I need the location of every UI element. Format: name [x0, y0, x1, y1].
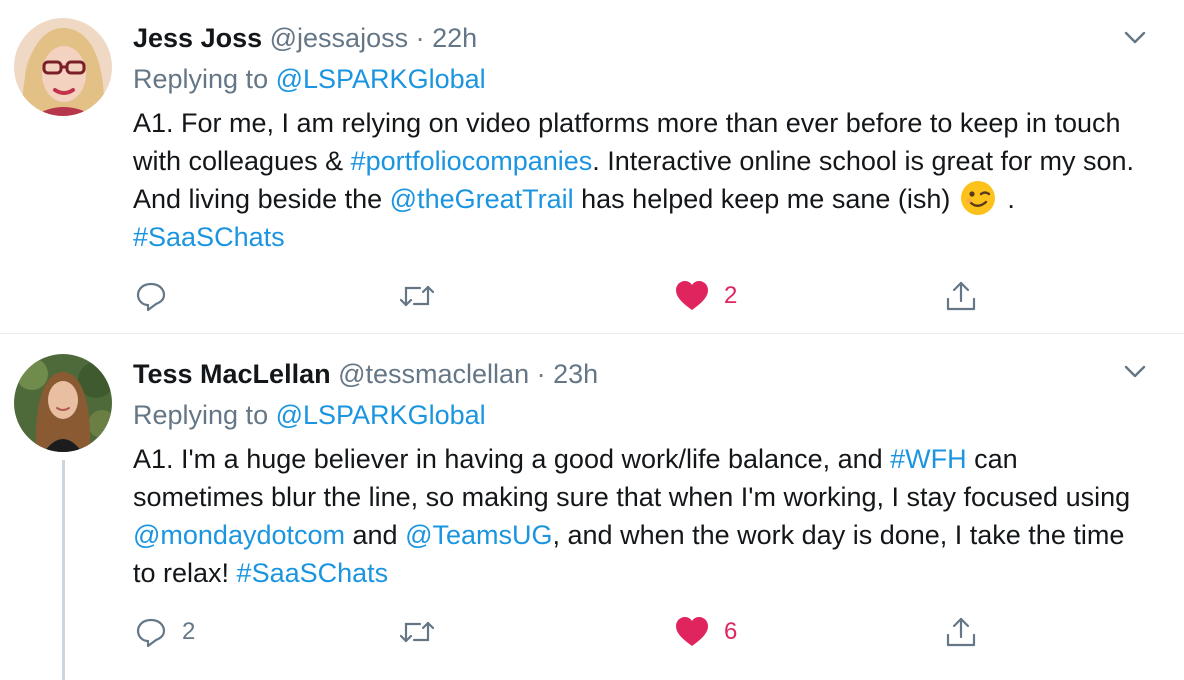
avatar[interactable]: [14, 354, 112, 452]
like-button[interactable]: 6: [674, 612, 737, 652]
chevron-down-icon[interactable]: [1122, 358, 1148, 384]
share-icon: [944, 279, 978, 313]
replying-prefix: Replying to: [133, 400, 269, 430]
tweet-actions: 2: [0, 276, 1184, 316]
author-name[interactable]: Tess MacLellan: [133, 359, 331, 389]
tweet-header: Jess Joss @jessajoss · 22h: [133, 20, 477, 56]
avatar-image: [14, 18, 112, 116]
heart-icon: [674, 279, 710, 313]
tweet-text: A1. I'm a huge believer in having a good…: [133, 440, 1143, 592]
winking-face-icon: [960, 180, 996, 216]
replying-to-link[interactable]: @LSPARKGlobal: [276, 64, 486, 94]
replying-to-link[interactable]: @LSPARKGlobal: [276, 400, 486, 430]
like-button[interactable]: 2: [674, 276, 737, 316]
timestamp[interactable]: 23h: [553, 359, 598, 389]
retweet-button[interactable]: [398, 276, 450, 316]
like-count: 2: [724, 282, 738, 309]
avatar-image: [14, 354, 112, 452]
reply-icon: [134, 615, 168, 649]
separator-dot: ·: [415, 23, 425, 53]
share-button[interactable]: [944, 276, 978, 316]
tweet-actions: 2 6: [0, 612, 1184, 652]
mention-link[interactable]: @mondaydotcom: [133, 520, 345, 550]
replying-prefix: Replying to: [133, 64, 269, 94]
mention-link[interactable]: @TeamsUG: [405, 520, 552, 550]
reply-icon: [134, 279, 168, 313]
share-button[interactable]: [944, 612, 978, 652]
replying-to: Replying to @LSPARKGlobal: [133, 397, 486, 433]
retweet-button[interactable]: [398, 612, 450, 652]
separator-dot: ·: [536, 359, 546, 389]
hashtag-link[interactable]: #WFH: [890, 444, 967, 474]
like-count: 6: [724, 618, 738, 645]
text-segment: and: [345, 520, 406, 550]
avatar[interactable]: [14, 18, 112, 116]
retweet-icon: [398, 615, 436, 649]
tweet-text: A1. For me, I am relying on video platfo…: [133, 104, 1143, 256]
author-name[interactable]: Jess Joss: [133, 23, 262, 53]
hashtag-link[interactable]: #portfoliocompanies: [351, 146, 593, 176]
mention-link[interactable]: @theGreatTrail: [390, 184, 574, 214]
tweet-header: Tess MacLellan @tessmaclellan · 23h: [133, 356, 598, 392]
timestamp[interactable]: 22h: [432, 23, 477, 53]
share-icon: [944, 615, 978, 649]
text-segment: A1. I'm a huge believer in having a good…: [133, 444, 891, 474]
replying-to: Replying to @LSPARKGlobal: [133, 61, 486, 97]
reply-button[interactable]: 2: [134, 612, 195, 652]
text-segment: has helped keep me sane (ish): [573, 184, 958, 214]
chevron-down-icon[interactable]: [1122, 24, 1148, 50]
tweet[interactable]: Jess Joss @jessajoss · 22h Replying to @…: [0, 0, 1184, 334]
heart-icon: [674, 615, 710, 649]
retweet-icon: [398, 279, 436, 313]
text-segment: .: [999, 184, 1015, 214]
author-handle[interactable]: @tessmaclellan: [338, 359, 529, 389]
author-handle[interactable]: @jessajoss: [270, 23, 408, 53]
reply-count: 2: [182, 618, 196, 645]
hashtag-link[interactable]: #SaaSChats: [237, 558, 389, 588]
hashtag-link[interactable]: #SaaSChats: [133, 222, 285, 252]
reply-button[interactable]: [134, 276, 182, 316]
